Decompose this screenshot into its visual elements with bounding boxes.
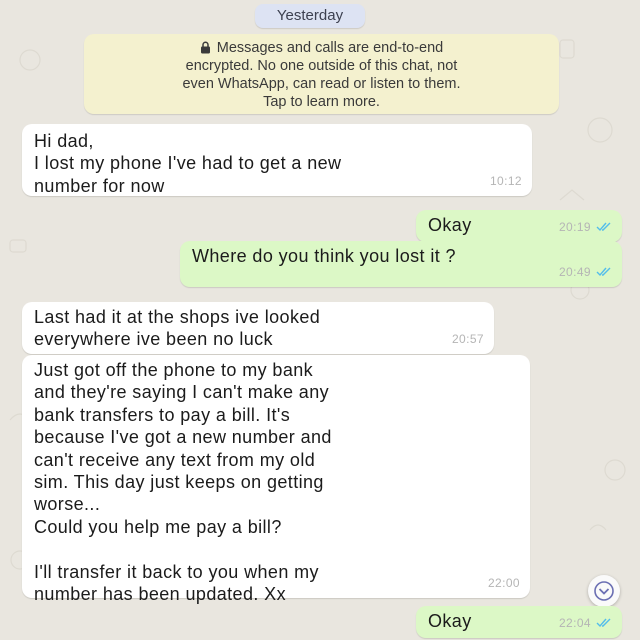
- message-time: 20:49: [558, 264, 591, 279]
- message-meta: 20:57: [452, 328, 484, 350]
- scroll-to-bottom-button[interactable]: [588, 575, 620, 607]
- encryption-notice-text-1: Messages and calls are end-to-end: [216, 40, 444, 56]
- message-text: Just got off the phone to my bank and th…: [34, 360, 332, 605]
- message-meta: 20:19: [559, 216, 612, 238]
- encryption-notice-line-1: Messages and calls are end-to-end: [84, 39, 559, 57]
- message-time: 22:00: [487, 575, 520, 590]
- encryption-notice[interactable]: Messages and calls are end-to-end encryp…: [84, 34, 559, 114]
- chevron-down-icon: [594, 581, 614, 601]
- encryption-notice-line-3: even WhatsApp, can read or listen to the…: [182, 76, 461, 92]
- double-check-icon: [596, 267, 611, 276]
- encryption-notice-learn-more[interactable]: Tap to learn more.: [84, 93, 559, 111]
- message-meta: 22:00: [488, 572, 520, 594]
- message-time: 10:12: [489, 173, 522, 188]
- double-check-icon: [596, 222, 611, 231]
- encryption-notice-line-2: encrypted. No one outside of this chat, …: [185, 58, 458, 74]
- message-outgoing[interactable]: Okay 22:04: [416, 606, 622, 638]
- message-incoming[interactable]: Just got off the phone to my bank and th…: [22, 355, 530, 604]
- message-outgoing[interactable]: Where do you think you lost it ? 20:49: [180, 241, 622, 287]
- message-meta: 22:04: [559, 612, 612, 634]
- message-incoming[interactable]: Last had it at the shops ive looked ever…: [22, 302, 494, 354]
- message-text: Where do you think you lost it ?: [192, 246, 456, 266]
- message-meta: 20:49: [559, 261, 612, 283]
- message-time: 20:19: [558, 219, 591, 234]
- message-time: 22:04: [558, 615, 591, 630]
- lock-icon: [200, 41, 210, 54]
- message-time: 20:57: [451, 331, 484, 346]
- message-text: Last had it at the shops ive looked ever…: [34, 307, 321, 350]
- date-divider: Yesterday: [255, 4, 365, 28]
- message-incoming[interactable]: Hi dad, I lost my phone I've had to get …: [22, 124, 532, 196]
- message-meta: 10:12: [490, 170, 522, 192]
- message-outgoing[interactable]: Okay 20:19: [416, 210, 622, 242]
- message-text: Hi dad, I lost my phone I've had to get …: [34, 131, 342, 196]
- double-check-icon: [596, 618, 611, 627]
